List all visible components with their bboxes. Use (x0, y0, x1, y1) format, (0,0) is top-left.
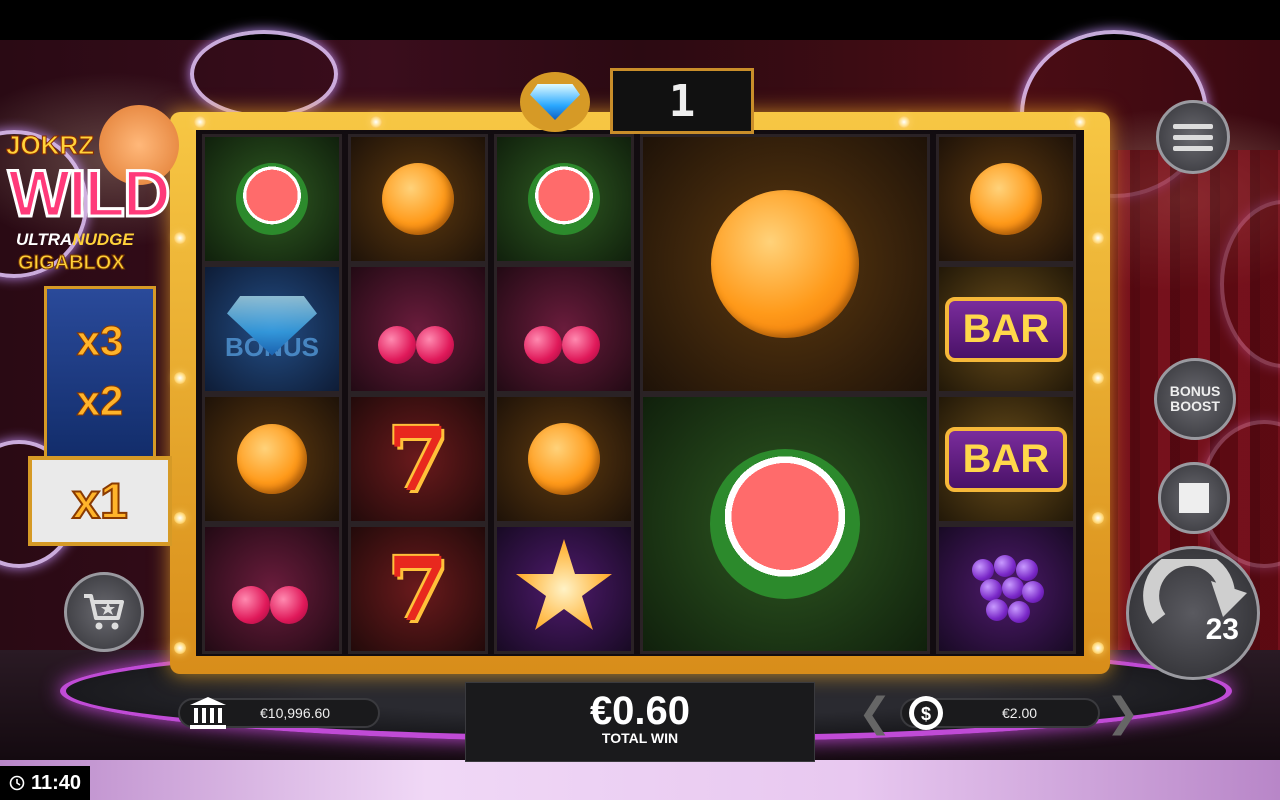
symbol-orange (202, 394, 342, 524)
bottom-light-strip (0, 760, 1280, 800)
reel-area[interactable]: BONUS 7 7 (196, 130, 1084, 656)
symbol-seven: 7 (348, 394, 488, 524)
logo-gigablox: GIGABLOX (18, 252, 126, 275)
spin-button[interactable]: 23 (1126, 546, 1260, 680)
menu-button[interactable] (1156, 100, 1230, 174)
bank-icon (190, 697, 226, 729)
multiplier-value: x2 (76, 377, 124, 425)
symbol-grapes (936, 524, 1076, 654)
bet-decrease-button[interactable]: ❮ (858, 690, 892, 736)
clock-time: 11:40 (30, 771, 82, 794)
symbol-cherry (494, 264, 634, 394)
balance-value: €10,996.60 (260, 705, 331, 721)
total-win-value: €0.60 (589, 689, 691, 733)
symbol-cherry (202, 524, 342, 654)
bet-display: $ €2.00 (900, 696, 1100, 730)
symbol-orange (936, 134, 1076, 264)
symbol-watermelon-giga (640, 394, 930, 654)
symbol-bar: BAR (936, 394, 1076, 524)
bet-increase-button[interactable]: ❯ (1106, 690, 1140, 736)
balance-display: €10,996.60 (178, 697, 380, 729)
logo-ultranudge: ULTRANUDGE (16, 230, 134, 249)
symbol-orange (348, 134, 488, 264)
diamond-icon (520, 72, 590, 132)
stop-button[interactable] (1158, 462, 1230, 534)
neon-ring (190, 30, 338, 118)
menu-icon (1173, 118, 1213, 157)
coin-icon: $ (909, 696, 943, 730)
feature-counter: 1 (610, 68, 754, 134)
symbol-star (494, 524, 634, 654)
active-multiplier: x1 (28, 456, 172, 546)
symbol-bar: BAR (936, 264, 1076, 394)
logo-wild: WILD (7, 155, 173, 232)
autospin-count: 23 (1205, 613, 1239, 646)
multiplier-value: x3 (76, 317, 124, 365)
bet-value: €2.00 (1002, 705, 1038, 721)
reel-cabinet: BONUS 7 7 (170, 112, 1110, 674)
symbol-watermelon (202, 134, 342, 264)
symbol-watermelon (494, 134, 634, 264)
clock-icon (9, 775, 25, 791)
symbol-orange-giga (640, 134, 930, 394)
buy-feature-button[interactable] (64, 572, 144, 652)
symbol-cherry (348, 264, 488, 394)
cart-icon (84, 594, 124, 630)
total-win-panel: €0.60 TOTAL WIN (465, 682, 815, 762)
clock: 11:40 (0, 766, 90, 800)
symbol-seven: 7 (348, 524, 488, 654)
svg-text:$: $ (921, 704, 931, 724)
game-logo: JOKRZ WILD ULTRANUDGE GIGABLOX (4, 100, 194, 280)
game-stage: BONUS 7 7 (0, 0, 1280, 800)
stop-icon (1179, 483, 1209, 513)
symbol-bonus: BONUS (202, 264, 342, 394)
multiplier-ladder: x3 x2 (44, 286, 156, 476)
bonus-boost-button[interactable]: BONUS BOOST (1154, 358, 1236, 440)
symbol-orange (494, 394, 634, 524)
total-win-label: TOTAL WIN (601, 730, 679, 746)
